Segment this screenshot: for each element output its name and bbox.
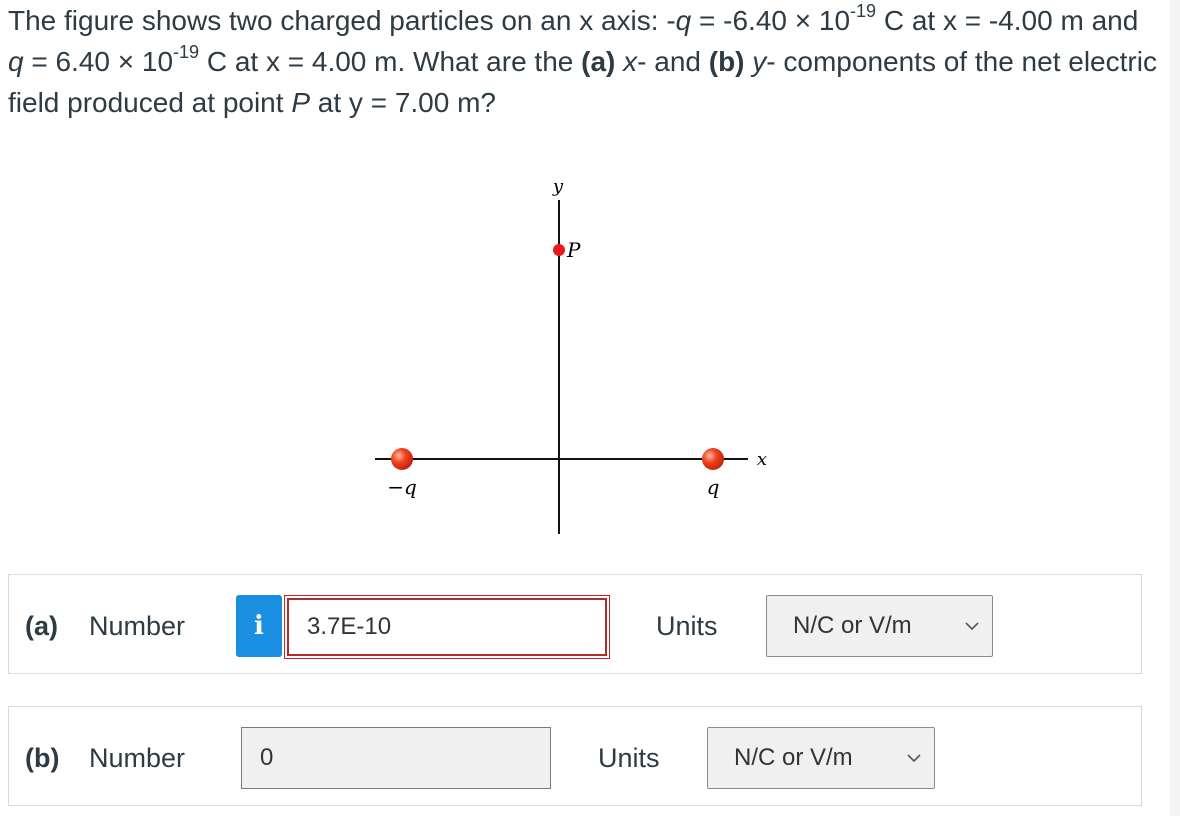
units-select-a-value: N/C or V/m: [793, 612, 912, 639]
y-axis-label: y: [552, 176, 564, 197]
positive-charge-label: q: [707, 475, 720, 499]
answer-row-b: (b) Number 0 Units N/C or V/m: [8, 706, 1142, 806]
x-axis-label: x: [757, 449, 767, 470]
part-b-label: (b): [25, 743, 60, 773]
number-label-b: Number: [89, 743, 186, 773]
part-a-label: (a): [25, 611, 58, 641]
positive-charge: [702, 448, 724, 470]
answer-row-a: (a) Number i 3.7E-10 Units N/C or V/m: [8, 574, 1142, 674]
number-label-a: Number: [89, 611, 186, 641]
answer-input-b[interactable]: 0: [241, 727, 551, 789]
units-label-a: Units: [656, 611, 718, 641]
answer-input-a[interactable]: 3.7E-10: [284, 595, 610, 659]
negative-charge: [391, 448, 413, 470]
point-p-label: P: [566, 238, 581, 262]
chevron-down-icon: [965, 622, 979, 631]
question-text: The figure shows two charged particles o…: [8, 0, 1157, 118]
charge-diagram: y x P −q q: [375, 176, 767, 534]
units-label-b: Units: [598, 743, 660, 773]
point-p-marker: [553, 244, 565, 256]
scrollbar-track[interactable]: [1170, 0, 1180, 816]
chevron-down-icon: [907, 754, 921, 763]
units-select-a[interactable]: N/C or V/m: [766, 595, 993, 657]
info-icon[interactable]: i: [236, 595, 282, 657]
negative-charge-label: −q: [387, 475, 417, 499]
units-select-b-value: N/C or V/m: [734, 744, 853, 771]
units-select-b[interactable]: N/C or V/m: [707, 727, 935, 789]
